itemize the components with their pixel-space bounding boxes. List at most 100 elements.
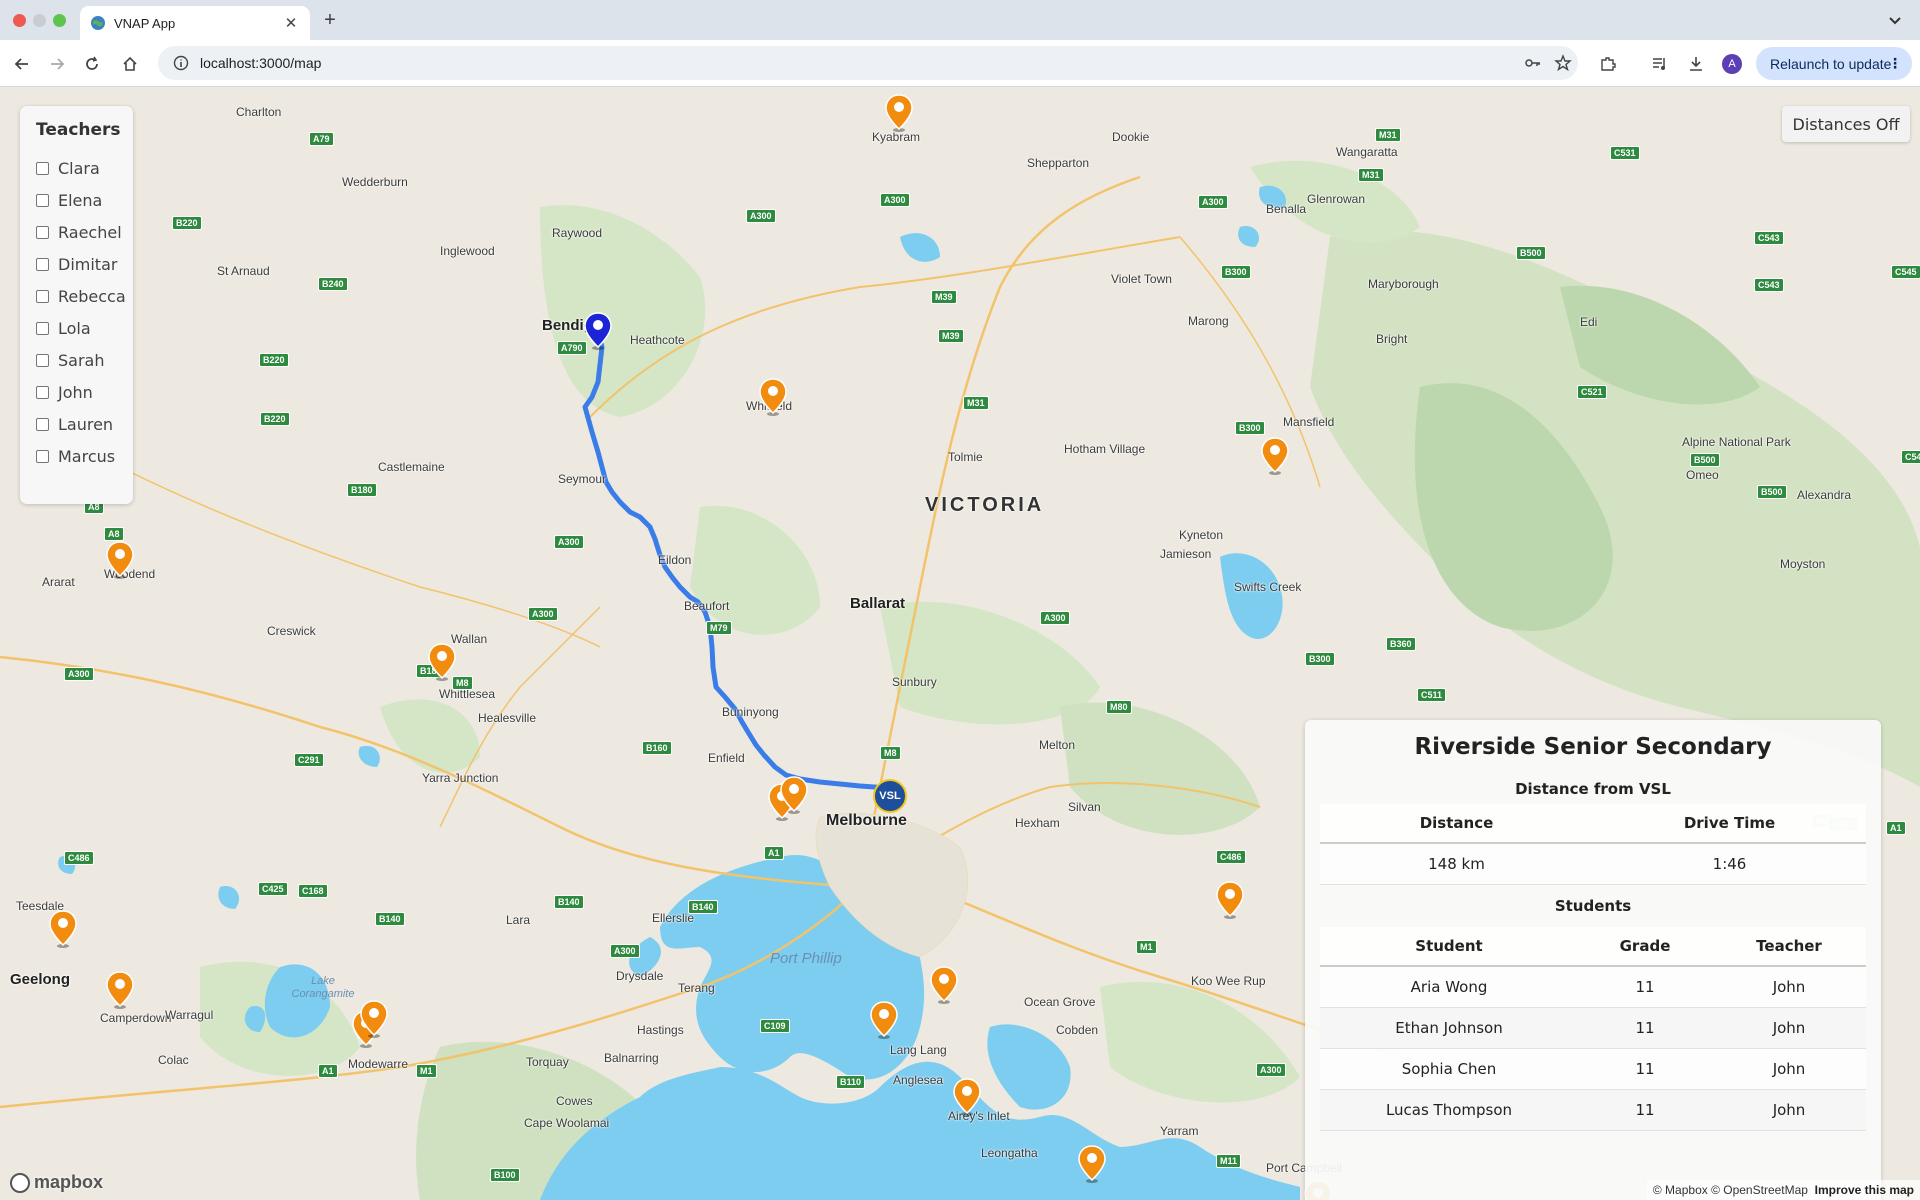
teacher-checkbox[interactable] [36,161,49,175]
new-tab-button[interactable]: + [318,8,342,32]
teacher-checkbox[interactable] [36,449,49,463]
site-info-icon[interactable] [172,54,190,72]
tab-title: VNAP App [114,15,176,31]
teacher-checkbox[interactable] [36,385,49,399]
window-minimize-button[interactable] [33,14,46,27]
tab-search-chevron-icon[interactable] [1884,9,1906,31]
place-label: Cowes [556,1094,593,1108]
teacher-checkbox[interactable] [36,225,49,239]
teacher-option[interactable]: Sarah [36,344,133,376]
address-bar[interactable]: localhost:3000/map [158,46,1578,80]
mapbox-logo[interactable]: mapbox [10,1172,103,1193]
teacher-option[interactable]: Marcus [36,440,133,472]
place-label: Beaufort [684,599,730,613]
school-pin-icon[interactable] [427,642,457,682]
password-key-icon[interactable] [1518,48,1548,78]
school-pin-icon[interactable] [952,1077,982,1117]
melbourne-label: Melbourne [826,812,907,829]
teacher-option[interactable]: Raechel [36,216,133,248]
map-canvas[interactable]: Charlton Wedderburn Kyabram Dookie Shepparto… [0,87,1920,1200]
place-label: Enfield [708,751,745,765]
back-arrow-icon[interactable] [10,52,34,76]
teacher-option[interactable]: Dimitar [36,248,133,280]
school-pin-icon[interactable] [758,377,788,417]
browser-tab[interactable]: VNAP App ✕ [80,6,310,40]
forward-arrow-icon[interactable] [45,52,69,76]
teacher-option[interactable]: Lauren [36,408,133,440]
road-shield: C425 [258,882,288,896]
school-pin-icon[interactable] [1215,880,1245,920]
teacher-option[interactable]: John [36,376,133,408]
school-pin-icon[interactable] [929,965,959,1005]
school-pin-icon[interactable] [359,999,389,1039]
school-pin-icon[interactable] [869,1000,899,1040]
improve-map-link[interactable]: Improve this map [1815,1183,1914,1197]
place-label: Jamieson [1160,547,1212,561]
attribution-copyright[interactable]: © Mapbox © OpenStreetMap [1653,1183,1808,1197]
teacher-checkbox[interactable] [36,417,49,431]
school-pin-icon[interactable] [105,540,135,580]
school-pin-icon[interactable] [884,93,914,133]
vsl-marker[interactable]: VSL [873,779,907,813]
place-label: Omeo [1686,468,1719,482]
teacher-option[interactable]: Clara [36,152,133,184]
place-label: Drysdale [616,969,664,983]
student-row: Ethan Johnson 11 John [1320,1008,1866,1049]
home-icon[interactable] [118,52,142,76]
reload-icon[interactable] [80,52,104,76]
place-label: Melton [1039,738,1076,752]
extensions-puzzle-icon[interactable] [1596,52,1620,76]
student-teacher: John [1772,1060,1806,1078]
school-pin-icon[interactable] [105,970,135,1010]
student-name: Sophia Chen [1401,1060,1497,1078]
tab-close-icon[interactable]: ✕ [282,14,300,32]
road-shield: B500 [1516,246,1546,260]
school-pin-icon[interactable] [1077,1144,1107,1184]
school-pin-icon[interactable] [48,909,78,949]
relaunch-label: Relaunch to update [1770,55,1892,72]
place-label: Lara [506,913,531,927]
school-pin-icon[interactable] [779,775,809,815]
selected-school-pin-icon[interactable] [583,311,613,351]
teacher-option[interactable]: Lola [36,312,133,344]
teacher-checkbox[interactable] [36,193,49,207]
teacher-checkbox[interactable] [36,353,49,367]
teacher-option[interactable]: Rebecca [36,280,133,312]
bookmark-star-icon[interactable] [1548,48,1578,78]
road-shield: B240 [318,277,348,291]
kebab-menu-icon[interactable]: ⋮ [1888,55,1902,72]
road-shield: B500 [1690,453,1720,467]
place-label: Healesville [478,711,537,725]
window-close-button[interactable] [13,14,26,27]
place-label: Seymour [558,472,607,486]
place-label: Moyston [1780,557,1826,571]
place-label: Modewarre [348,1057,409,1071]
distances-toggle-button[interactable]: Distances Off [1782,106,1910,142]
road-shield: M11 [1216,1154,1242,1168]
students-table-header: Student Grade Teacher [1320,927,1866,967]
road-shield: C531 [1610,146,1640,160]
downloads-icon[interactable] [1684,52,1708,76]
school-pin-icon[interactable] [1260,436,1290,476]
road-shield: B300 [1305,652,1335,666]
distance-value: 148 km [1428,855,1485,873]
place-label: Eildon [658,553,692,567]
teacher-checkbox[interactable] [36,321,49,335]
place-label: Edi [1580,315,1598,329]
profile-avatar[interactable]: A [1722,54,1742,74]
road-shield: B180 [347,483,377,497]
student-grade: 11 [1635,1101,1655,1119]
window-maximize-button[interactable] [53,14,66,27]
teacher-name: Elena [58,190,103,210]
teacher-option[interactable]: Elena [36,184,133,216]
place-label: Raywood [552,226,603,240]
teacher-checkbox[interactable] [36,257,49,271]
road-shield: B140 [688,900,718,914]
place-label: Koo Wee Rup [1191,974,1266,988]
teacher-checkbox[interactable] [36,289,49,303]
road-shield: B300 [1221,265,1251,279]
road-shield: B500 [1757,485,1787,499]
media-controls-icon[interactable] [1648,52,1672,76]
place-label: Mansfield [1283,415,1335,429]
relaunch-button[interactable]: Relaunch to update ⋮ [1756,47,1912,80]
